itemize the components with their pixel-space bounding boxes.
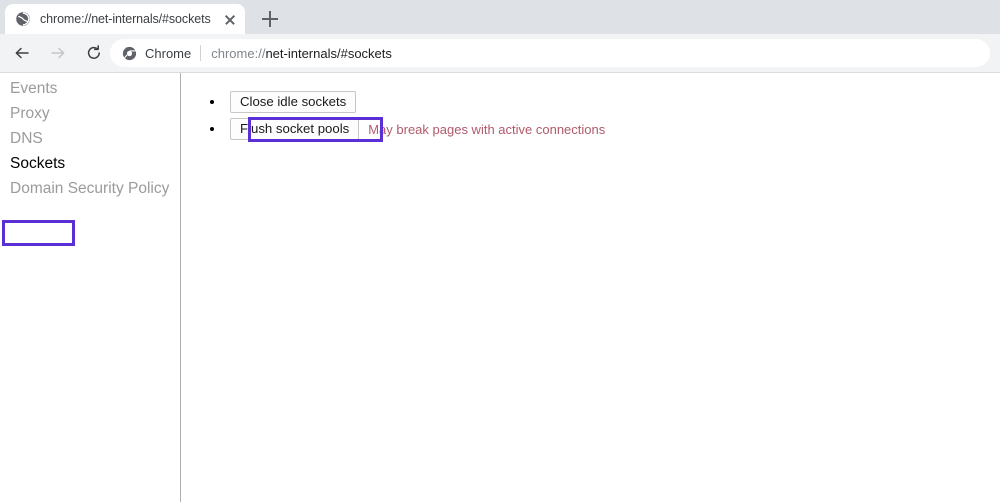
flush-warning-text: May break pages with active connections <box>368 121 606 137</box>
sidebar-item-domain-security-policy[interactable]: Domain Security Policy <box>0 176 180 201</box>
chrome-circle-icon <box>122 46 137 61</box>
back-button[interactable] <box>8 39 36 67</box>
list-item: Flush socket pools May break pages with … <box>210 117 605 141</box>
sidebar-item-sockets[interactable]: Sockets <box>0 151 180 176</box>
list-item: Close idle sockets <box>210 90 605 114</box>
forward-button[interactable] <box>44 39 72 67</box>
sockets-panel: Close idle sockets Flush socket pools Ma… <box>182 73 1000 502</box>
new-tab-button[interactable] <box>257 6 283 32</box>
browser-toolbar: Chrome chrome://net-internals/#sockets <box>0 34 1000 73</box>
net-internals-globe-icon <box>15 11 31 27</box>
sidebar-item-dns[interactable]: DNS <box>0 126 180 151</box>
bullet-icon <box>210 100 214 104</box>
net-internals-sidebar: Events Proxy DNS Sockets Domain Security… <box>0 73 181 502</box>
browser-window: chrome://net-internals/#sockets Chrome c… <box>0 0 1000 502</box>
arrow-left-icon <box>15 47 29 59</box>
close-idle-sockets-button[interactable]: Close idle sockets <box>230 91 357 113</box>
browser-tab[interactable]: chrome://net-internals/#sockets <box>5 4 245 34</box>
omnibox-separator <box>200 45 202 61</box>
reload-button[interactable] <box>80 39 108 67</box>
arrow-right-icon <box>51 47 65 59</box>
tab-title: chrome://net-internals/#sockets <box>40 12 211 26</box>
address-bar[interactable]: Chrome chrome://net-internals/#sockets <box>110 39 990 67</box>
bullet-icon <box>210 127 214 131</box>
url-rest: net-internals/#sockets <box>265 45 392 61</box>
omnibox-chip-label: Chrome <box>145 45 192 61</box>
page-content: Events Proxy DNS Sockets Domain Security… <box>0 73 1000 502</box>
close-icon[interactable] <box>220 9 240 29</box>
annotation-box-sockets <box>2 220 75 246</box>
tab-strip: chrome://net-internals/#sockets <box>0 0 1000 34</box>
sidebar-item-proxy[interactable]: Proxy <box>0 101 180 126</box>
omnibox-url: chrome://net-internals/#sockets <box>211 46 392 61</box>
sockets-action-list: Close idle sockets Flush socket pools Ma… <box>210 90 605 144</box>
sidebar-item-events[interactable]: Events <box>0 76 180 101</box>
reload-icon <box>87 45 100 59</box>
flush-socket-pools-button[interactable]: Flush socket pools <box>230 118 360 140</box>
url-scheme: chrome:// <box>211 45 266 61</box>
